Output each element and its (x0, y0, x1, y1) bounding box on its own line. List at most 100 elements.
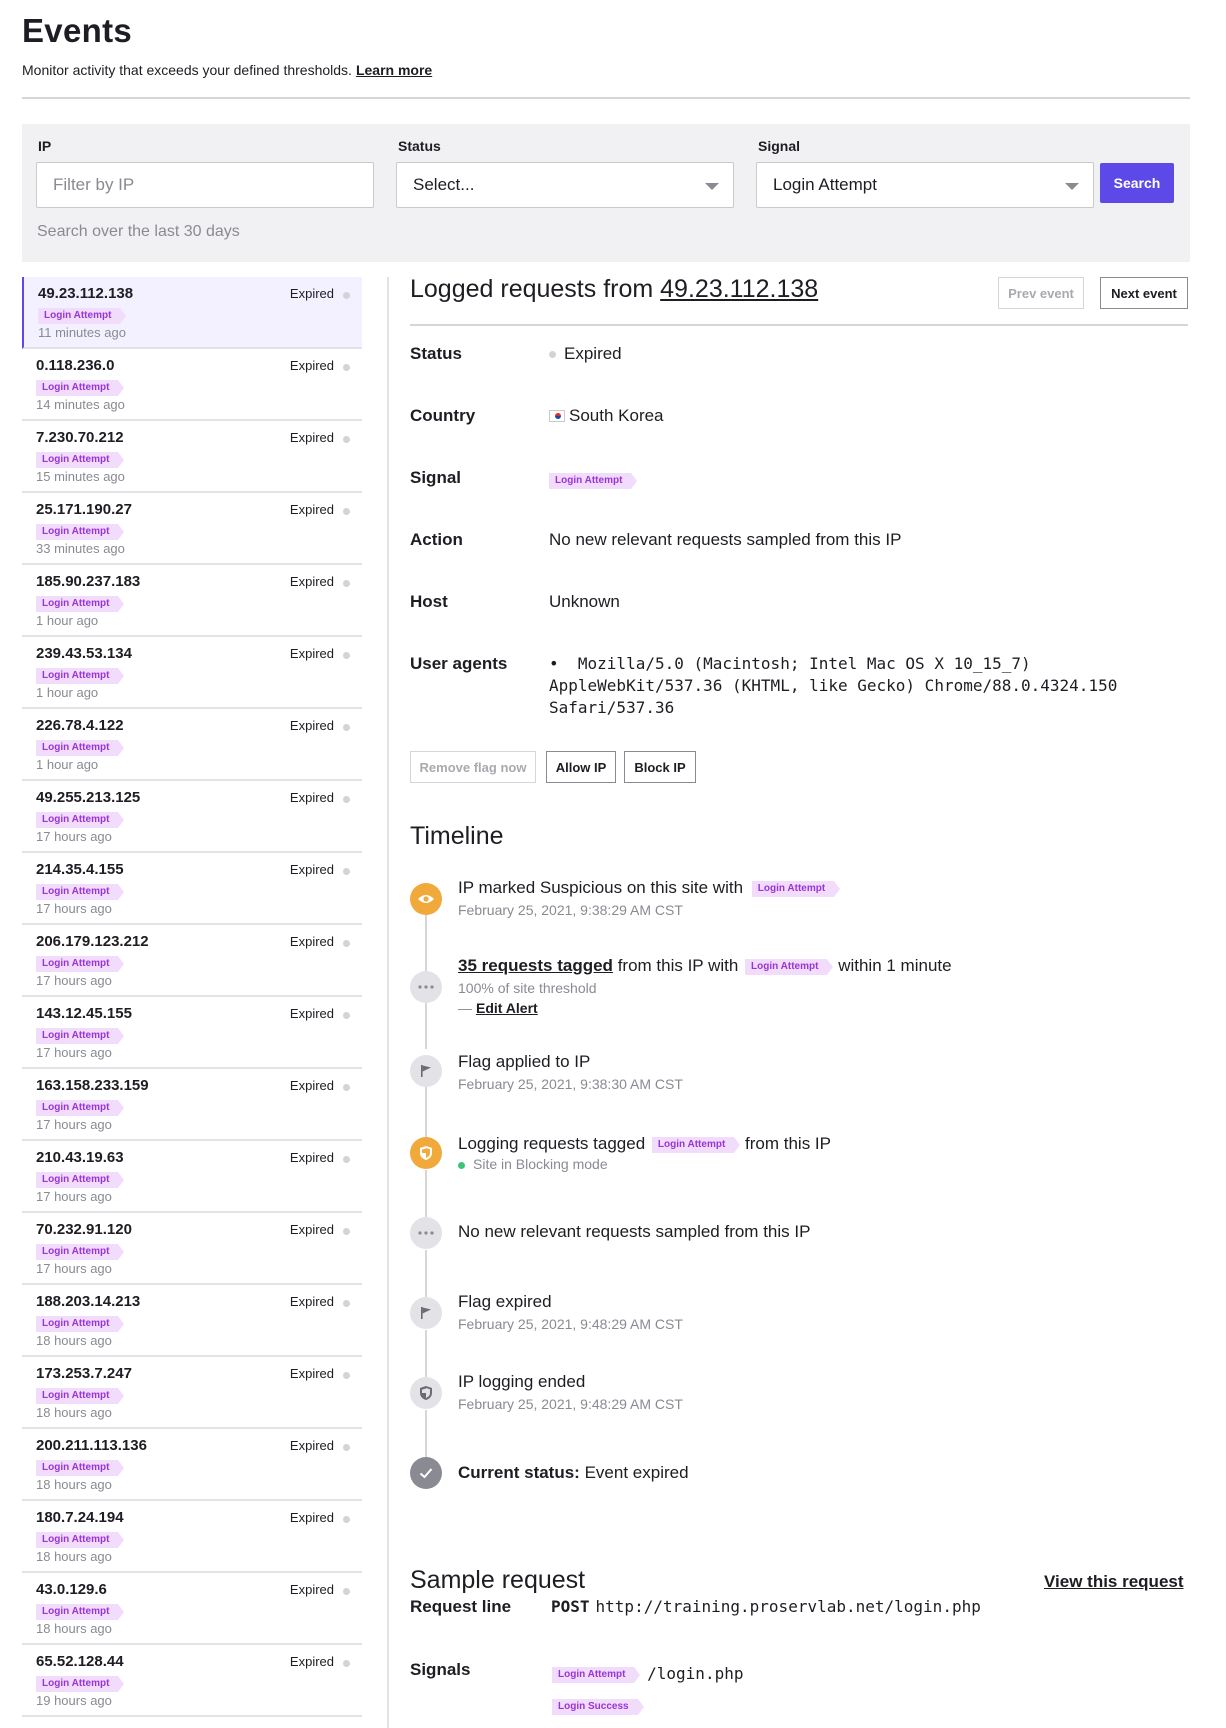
detail-ip-link[interactable]: 49.23.112.138 (660, 275, 818, 303)
host-field-value: Unknown (549, 592, 620, 611)
event-list-item[interactable]: 173.253.7.247 Expired Login Attempt 18 hour… (22, 1357, 362, 1429)
edit-alert-row: — Edit Alert (458, 1000, 538, 1016)
allow-ip-button[interactable]: Allow IP (546, 751, 616, 783)
event-status: Expired (289, 646, 334, 661)
status-select[interactable]: Select... (396, 162, 734, 208)
event-list-item[interactable]: 43.0.129.6 Expired Login Attempt 18 hours a… (22, 1573, 362, 1645)
requests-tagged-link[interactable]: 35 requests tagged (458, 956, 613, 975)
signal-tag: Login Attempt (36, 380, 125, 396)
signal-tag: Login Attempt (745, 958, 834, 975)
event-list-item[interactable]: 49.255.213.125 Expired Login Attempt 17 hou… (22, 781, 362, 853)
signal-row: Login Attempt /login.php (552, 1664, 743, 1684)
event-list-item[interactable]: 143.12.45.155 Expired Login Attempt 17 hour… (22, 997, 362, 1069)
signal-tag: Login Attempt (36, 1604, 125, 1620)
status-dot-icon (343, 1444, 350, 1451)
status-dot-icon (343, 580, 350, 587)
country-field-value: South Korea (549, 406, 664, 426)
view-request-link[interactable]: View this request (1044, 1572, 1184, 1592)
event-list-item[interactable]: 7.230.70.212 Expired Login Attempt 15 minut… (22, 421, 362, 493)
user-agents-field-label: User agents (410, 654, 508, 673)
event-list-item[interactable]: 49.23.112.138 Expired Login Attempt 11 minu… (22, 277, 362, 349)
learn-more-link[interactable]: Learn more (356, 62, 432, 78)
detail-divider (410, 324, 1188, 326)
ip-filter-label: IP (38, 138, 52, 154)
signal-tag: Login Attempt (36, 1460, 125, 1476)
request-url: http://training.proservlab.net/login.php (595, 1597, 981, 1616)
signal-tag: Login Attempt (36, 1028, 125, 1044)
status-filter-group: Status Select... (396, 136, 734, 208)
event-status: Expired (289, 862, 334, 877)
block-ip-button[interactable]: Block IP (624, 751, 696, 783)
status-field-value: Expired (549, 344, 622, 364)
event-list-item[interactable]: 25.171.190.27 Expired Login Attempt 33 minu… (22, 493, 362, 565)
signal-tag: Login Success (552, 1698, 644, 1715)
event-list-item[interactable]: 185.90.237.183 Expired Login Attempt 1 hour… (22, 565, 362, 637)
event-list-item[interactable]: 180.7.24.194 Expired Login Attempt 18 hours… (22, 1501, 362, 1573)
event-list: 49.23.112.138 Expired Login Attempt 11 minu… (22, 277, 362, 1728)
shield-icon (410, 1377, 442, 1409)
signal-tag: Login Attempt (36, 1100, 125, 1116)
signal-tag: Login Attempt (651, 1136, 741, 1153)
host-field-label: Host (410, 592, 448, 611)
signal-select-value: Login Attempt (773, 175, 877, 194)
signal-tag: Login Attempt (36, 740, 125, 756)
timeline-connector (425, 915, 427, 975)
event-list-item[interactable]: 200.211.113.136 Expired Login Attempt 18 ho… (22, 1429, 362, 1501)
event-time: 17 hours ago (36, 829, 112, 844)
event-list-item[interactable]: 239.43.53.134 Expired Login Attempt 1 hour … (22, 637, 362, 709)
detail-title: Logged requests from 49.23.112.138 (410, 275, 818, 304)
event-list-item[interactable]: 214.35.4.155 Expired Login Attempt 17 hours… (22, 853, 362, 925)
signal-tag: Login Attempt (36, 812, 125, 828)
status-dot-icon (343, 1156, 350, 1163)
event-status: Expired (289, 1222, 334, 1237)
south-korea-flag-icon (549, 410, 565, 422)
event-time: 17 hours ago (36, 1045, 112, 1060)
event-status: Expired (289, 1654, 334, 1669)
search-button[interactable]: Search (1100, 163, 1174, 203)
timeline-event-text: Logging requests tagged (458, 1134, 646, 1153)
signal-field-label: Signal (410, 468, 462, 487)
event-list-item[interactable]: 210.43.19.63 Expired Login Attempt 17 hours… (22, 1141, 362, 1213)
ip-filter-input[interactable]: Filter by IP (36, 162, 374, 208)
blocking-mode-status: Site in Blocking mode (458, 1156, 608, 1172)
signal-tag: Login Attempt (36, 1388, 125, 1404)
event-list-item[interactable]: 65.52.128.44 Expired Login Attempt 19 hours… (22, 1645, 362, 1717)
signals-label: Signals (410, 1660, 471, 1679)
event-time: 17 hours ago (36, 1261, 112, 1276)
event-list-item[interactable]: 188.203.14.213 Expired Login Attempt 18 hou… (22, 1285, 362, 1357)
event-time: 17 hours ago (36, 1117, 112, 1132)
signal-tag: Login Attempt (36, 956, 125, 972)
event-list-item[interactable]: 0.118.236.0 Expired Login Attempt 14 minute… (22, 349, 362, 421)
event-status: Expired (289, 1006, 334, 1021)
signal-select[interactable]: Login Attempt (756, 162, 1094, 208)
flag-icon (410, 1055, 442, 1087)
prev-event-button[interactable]: Prev event (998, 277, 1084, 309)
event-list-item[interactable]: 226.78.4.122 Expired Login Attempt 1 hour a… (22, 709, 362, 781)
column-divider (387, 277, 389, 1728)
page-subtitle: Monitor activity that exceeds your defin… (22, 62, 432, 78)
timeline-event-logging-ended: IP logging ended (458, 1372, 586, 1391)
remove-flag-button[interactable]: Remove flag now (410, 751, 536, 783)
event-time: 1 hour ago (36, 685, 99, 700)
user-agent-line: • Mozilla/5.0 (Macintosh; Intel Mac OS X… (549, 654, 1031, 673)
timeline-event-text: IP marked Suspicious on this site with (458, 878, 744, 897)
next-event-button[interactable]: Next event (1100, 277, 1188, 309)
edit-alert-link[interactable]: Edit Alert (476, 1000, 538, 1016)
signal-tag: Login Attempt (751, 880, 841, 897)
event-status: Expired (289, 1366, 334, 1381)
event-time: 1 hour ago (36, 757, 99, 772)
country-field-label: Country (410, 406, 476, 425)
event-time: 18 hours ago (36, 1549, 112, 1564)
status-dot-icon (343, 1372, 350, 1379)
user-agent-line: AppleWebKit/537.36 (KHTML, like Gecko) C… (549, 676, 1118, 695)
event-list-item[interactable]: 163.158.233.159 Expired Login Attempt 17 ho… (22, 1069, 362, 1141)
signal-filter-group: Signal Login Attempt (756, 136, 1094, 208)
signal-tag: Login Attempt (36, 596, 125, 612)
status-dot-icon (343, 1516, 350, 1523)
status-dot-icon (343, 652, 350, 659)
shield-icon (410, 1137, 442, 1169)
signal-tag: Login Attempt (38, 308, 127, 324)
event-list-item[interactable]: 206.179.123.212 Expired Login Attempt 17 ho… (22, 925, 362, 997)
more-icon (410, 971, 442, 1003)
event-list-item[interactable]: 70.232.91.120 Expired Login Attempt 17 hour… (22, 1213, 362, 1285)
